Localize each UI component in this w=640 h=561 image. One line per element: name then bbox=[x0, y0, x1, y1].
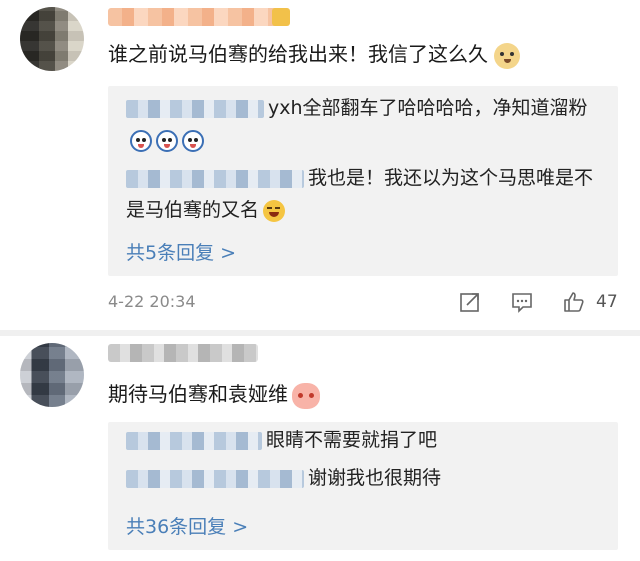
reply-item[interactable]: 我也是！我还以为这个马思唯是不是马伯骞的又名 bbox=[126, 162, 604, 226]
avatar[interactable] bbox=[20, 7, 84, 71]
doge-emoji-icon bbox=[494, 42, 520, 69]
badge-icon bbox=[272, 8, 290, 26]
comment-1: 谁之前说马伯骞的给我出来！我信了这么久 yxh全部翻车了哈哈哈哈，净知道溜粉 我… bbox=[0, 0, 640, 330]
reply-username-blurred[interactable] bbox=[126, 99, 264, 118]
shocked-emoji-icon bbox=[182, 129, 204, 152]
comment-text: 谁之前说马伯骞的给我出来！我信了这么久 bbox=[108, 40, 520, 69]
avatar[interactable] bbox=[20, 343, 84, 407]
reply-item[interactable]: 谢谢我也很期待 bbox=[126, 462, 604, 494]
reply-item[interactable]: 眼睛不需要就捐了吧 bbox=[126, 424, 604, 456]
reply-item[interactable]: yxh全部翻车了哈哈哈哈，净知道溜粉 bbox=[126, 92, 604, 156]
laugh-cry-emoji-icon bbox=[263, 199, 286, 222]
comment-2: 期待马伯骞和袁娅维 眼睛不需要就捐了吧 谢谢我也很期待 共36条回复 > bbox=[0, 336, 640, 561]
reply-box[interactable]: yxh全部翻车了哈哈哈哈，净知道溜粉 我也是！我还以为这个马思唯是不是马伯骞的又… bbox=[108, 86, 618, 276]
reply-username-blurred[interactable] bbox=[126, 169, 304, 188]
comment-text: 期待马伯骞和袁娅维 bbox=[108, 380, 320, 409]
shy-emoji-icon bbox=[292, 382, 320, 409]
shocked-emoji-icon bbox=[130, 129, 152, 152]
reply-username-blurred[interactable] bbox=[126, 431, 262, 450]
username-blurred[interactable] bbox=[108, 344, 258, 362]
share-icon[interactable] bbox=[458, 290, 482, 314]
like-count: 47 bbox=[596, 292, 618, 312]
comment-icon[interactable] bbox=[510, 290, 534, 314]
more-replies-link[interactable]: 共5条回复 > bbox=[126, 238, 236, 265]
shocked-emoji-icon bbox=[156, 129, 178, 152]
comment-meta: 4-22 20:34 47 bbox=[108, 290, 628, 316]
reply-box[interactable]: 眼睛不需要就捐了吧 谢谢我也很期待 共36条回复 > bbox=[108, 422, 618, 550]
timestamp: 4-22 20:34 bbox=[108, 292, 196, 311]
username-blurred[interactable] bbox=[108, 8, 286, 26]
like-icon[interactable] bbox=[562, 290, 586, 314]
reply-username-blurred[interactable] bbox=[126, 469, 304, 488]
more-replies-link[interactable]: 共36条回复 > bbox=[126, 512, 248, 539]
